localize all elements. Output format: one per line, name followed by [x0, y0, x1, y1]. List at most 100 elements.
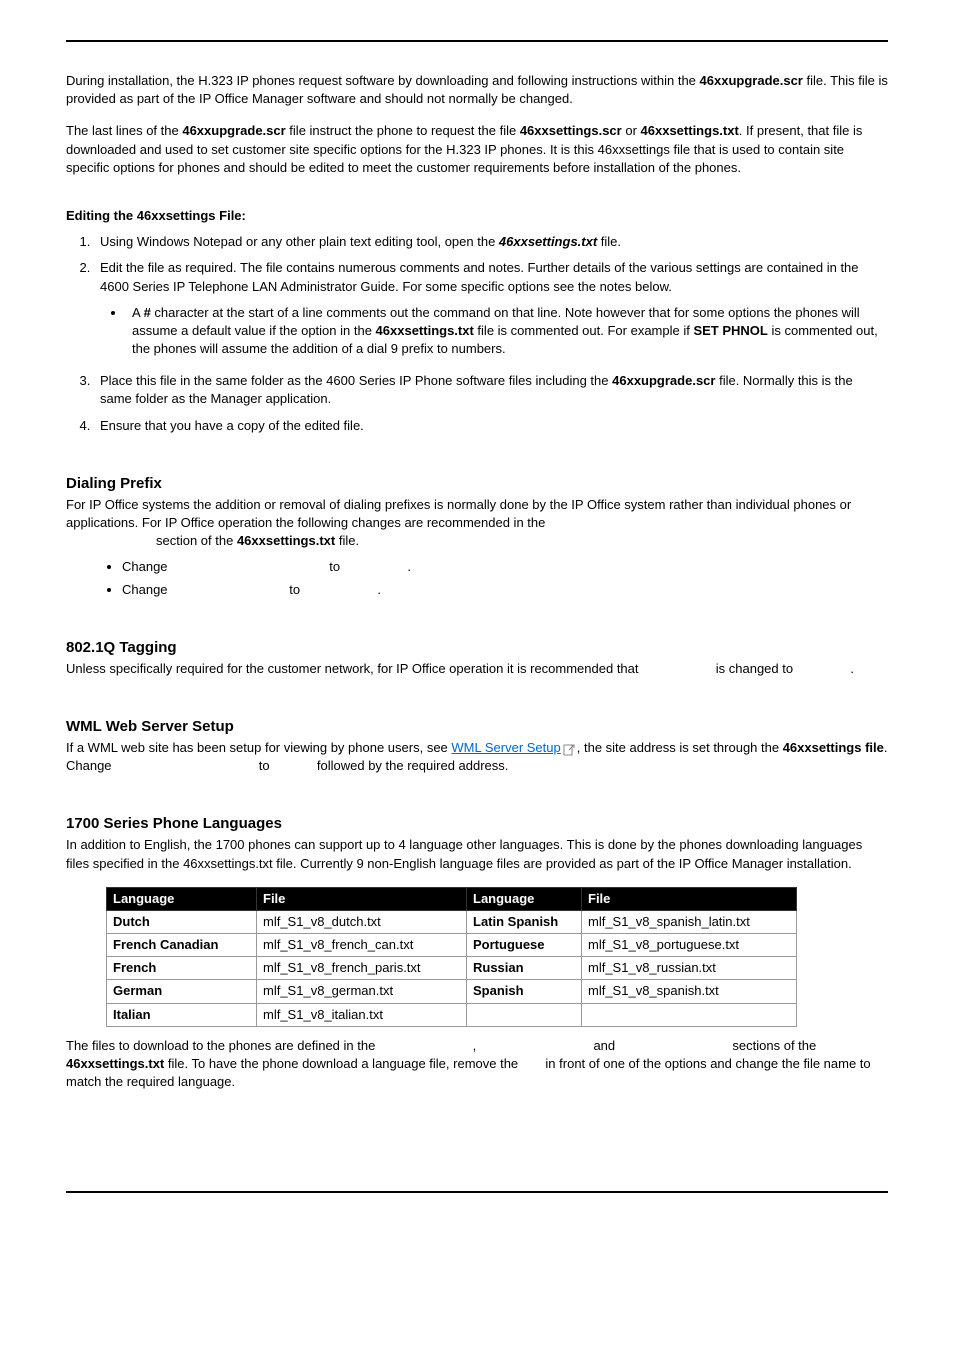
text: [196, 558, 326, 576]
lang-after: The files to download to the phones are …: [66, 1037, 888, 1092]
wml-server-setup-link[interactable]: WML Server Setup: [451, 740, 560, 755]
dialing-prefix-section: Dialing Prefix For IP Office systems the…: [66, 473, 888, 599]
filename: 46xxupgrade.scr: [182, 123, 285, 138]
intro-para-1: During installation, the H.323 IP phones…: [66, 72, 888, 108]
cell-file: mlf_S1_v8_italian.txt: [257, 1003, 467, 1026]
external-link-icon: [563, 743, 577, 755]
text: A: [132, 305, 144, 320]
filename: 46xxsettings file: [783, 740, 884, 755]
text: or: [622, 123, 641, 138]
text: Using Windows Notepad or any other plain…: [100, 234, 499, 249]
table-header-row: Language File Language File: [107, 887, 797, 910]
section-heading: Dialing Prefix: [66, 473, 888, 494]
text: section of the 46xxsettings.txt file.: [156, 533, 359, 548]
cell-language: Latin Spanish: [467, 910, 582, 933]
col-language: Language: [467, 887, 582, 910]
text: [344, 558, 404, 576]
cell-file: mlf_S1_v8_french_paris.txt: [257, 957, 467, 980]
bottom-rule: [66, 1191, 888, 1193]
cell-file: mlf_S1_v8_spanish.txt: [582, 980, 797, 1003]
text: file is commented out. For example if: [474, 323, 694, 338]
table-row: Dutchmlf_S1_v8_dutch.txtLatin Spanishmlf…: [107, 910, 797, 933]
text: Unless specifically required for the cus…: [66, 661, 639, 676]
cell-file: mlf_S1_v8_dutch.txt: [257, 910, 467, 933]
section-heading: 802.1Q Tagging: [66, 637, 888, 658]
wml-section: WML Web Server Setup If a WML web site h…: [66, 716, 888, 775]
text: followed by the required address.: [317, 758, 509, 773]
cell-language: French: [107, 957, 257, 980]
step-3: Place this file in the same folder as th…: [94, 372, 888, 408]
text: The files to download to the phones are …: [66, 1038, 375, 1053]
table-row: Germanmlf_S1_v8_german.txtSpanishmlf_S1_…: [107, 980, 797, 1003]
text: Change: [122, 558, 192, 576]
text: Edit the file as required. The file cont…: [100, 260, 859, 293]
text: to: [289, 582, 300, 597]
dialing-bullets: Change to . Change to .: [66, 558, 888, 598]
text: Change: [122, 581, 192, 599]
filename: 46xxsettings.scr: [520, 123, 622, 138]
cell-language: Dutch: [107, 910, 257, 933]
text: For IP Office systems the addition or re…: [66, 497, 851, 530]
table-row: Frenchmlf_S1_v8_french_paris.txtRussianm…: [107, 957, 797, 980]
text: The last lines of the: [66, 123, 182, 138]
cell-language: German: [107, 980, 257, 1003]
filename: 46xxsettings.txt: [641, 123, 739, 138]
steps-list: Using Windows Notepad or any other plain…: [66, 233, 888, 435]
editing-heading: Editing the 46xxsettings File:: [66, 207, 888, 225]
text: If a WML web site has been setup for vie…: [66, 740, 451, 755]
languages-section: 1700 Series Phone Languages In addition …: [66, 813, 888, 1091]
intro-para-2: The last lines of the 46xxupgrade.scr fi…: [66, 122, 888, 177]
hash: #: [144, 305, 151, 320]
text: .: [850, 661, 854, 676]
filename: 46xxsettings.txt: [376, 323, 474, 338]
cell-file: mlf_S1_v8_spanish_latin.txt: [582, 910, 797, 933]
filename: 46xxsettings.txt: [237, 533, 335, 548]
top-rule: [66, 40, 888, 42]
cell-file: mlf_S1_v8_russian.txt: [582, 957, 797, 980]
text: is changed to: [716, 661, 793, 676]
cell-file: mlf_S1_v8_german.txt: [257, 980, 467, 1003]
setting: SET PHNOL: [693, 323, 767, 338]
table-row: Italianmlf_S1_v8_italian.txt: [107, 1003, 797, 1026]
filename: 46xxsettings.txt: [499, 234, 597, 249]
step-2: Edit the file as required. The file cont…: [94, 259, 888, 358]
text: [304, 581, 374, 599]
text: to: [329, 559, 340, 574]
text: sections of the: [732, 1038, 816, 1053]
filename: 46xxupgrade.scr: [612, 373, 715, 388]
table-row: French Canadianmlf_S1_v8_french_can.txtP…: [107, 934, 797, 957]
text: ,: [473, 1038, 477, 1053]
step-4: Ensure that you have a copy of the edite…: [94, 417, 888, 435]
text: to: [259, 758, 270, 773]
col-file: File: [582, 887, 797, 910]
cell-language: [467, 1003, 582, 1026]
filename: 46xxupgrade.scr: [700, 73, 803, 88]
cell-language: Italian: [107, 1003, 257, 1026]
text: , the site address is set through the: [577, 740, 783, 755]
col-language: Language: [107, 887, 257, 910]
text: Place this file in the same folder as th…: [100, 373, 612, 388]
text: Ensure that you have a copy of the edite…: [100, 418, 364, 433]
filename: 46xxsettings.txt: [66, 1056, 164, 1071]
text: .: [407, 559, 411, 574]
cell-language: French Canadian: [107, 934, 257, 957]
language-table: Language File Language File Dutchmlf_S1_…: [106, 887, 797, 1027]
text: file. To have the phone download a langu…: [164, 1056, 518, 1071]
text: file.: [597, 234, 621, 249]
cell-language: Portuguese: [467, 934, 582, 957]
col-file: File: [257, 887, 467, 910]
lang-intro: In addition to English, the 1700 phones …: [66, 836, 888, 872]
tagging-section: 802.1Q Tagging Unless specifically requi…: [66, 637, 888, 678]
section-heading: 1700 Series Phone Languages: [66, 813, 888, 834]
section-heading: WML Web Server Setup: [66, 716, 888, 737]
text: During installation, the H.323 IP phones…: [66, 73, 700, 88]
dialing-bullet-1: Change to .: [122, 558, 888, 576]
cell-file: mlf_S1_v8_portuguese.txt: [582, 934, 797, 957]
text: .: [377, 582, 381, 597]
cell-file: [582, 1003, 797, 1026]
step-2-bullet: A # character at the start of a line com…: [126, 304, 888, 359]
dialing-bullet-2: Change to .: [122, 581, 888, 599]
text: [196, 581, 286, 599]
cell-language: Spanish: [467, 980, 582, 1003]
text: and: [593, 1038, 615, 1053]
